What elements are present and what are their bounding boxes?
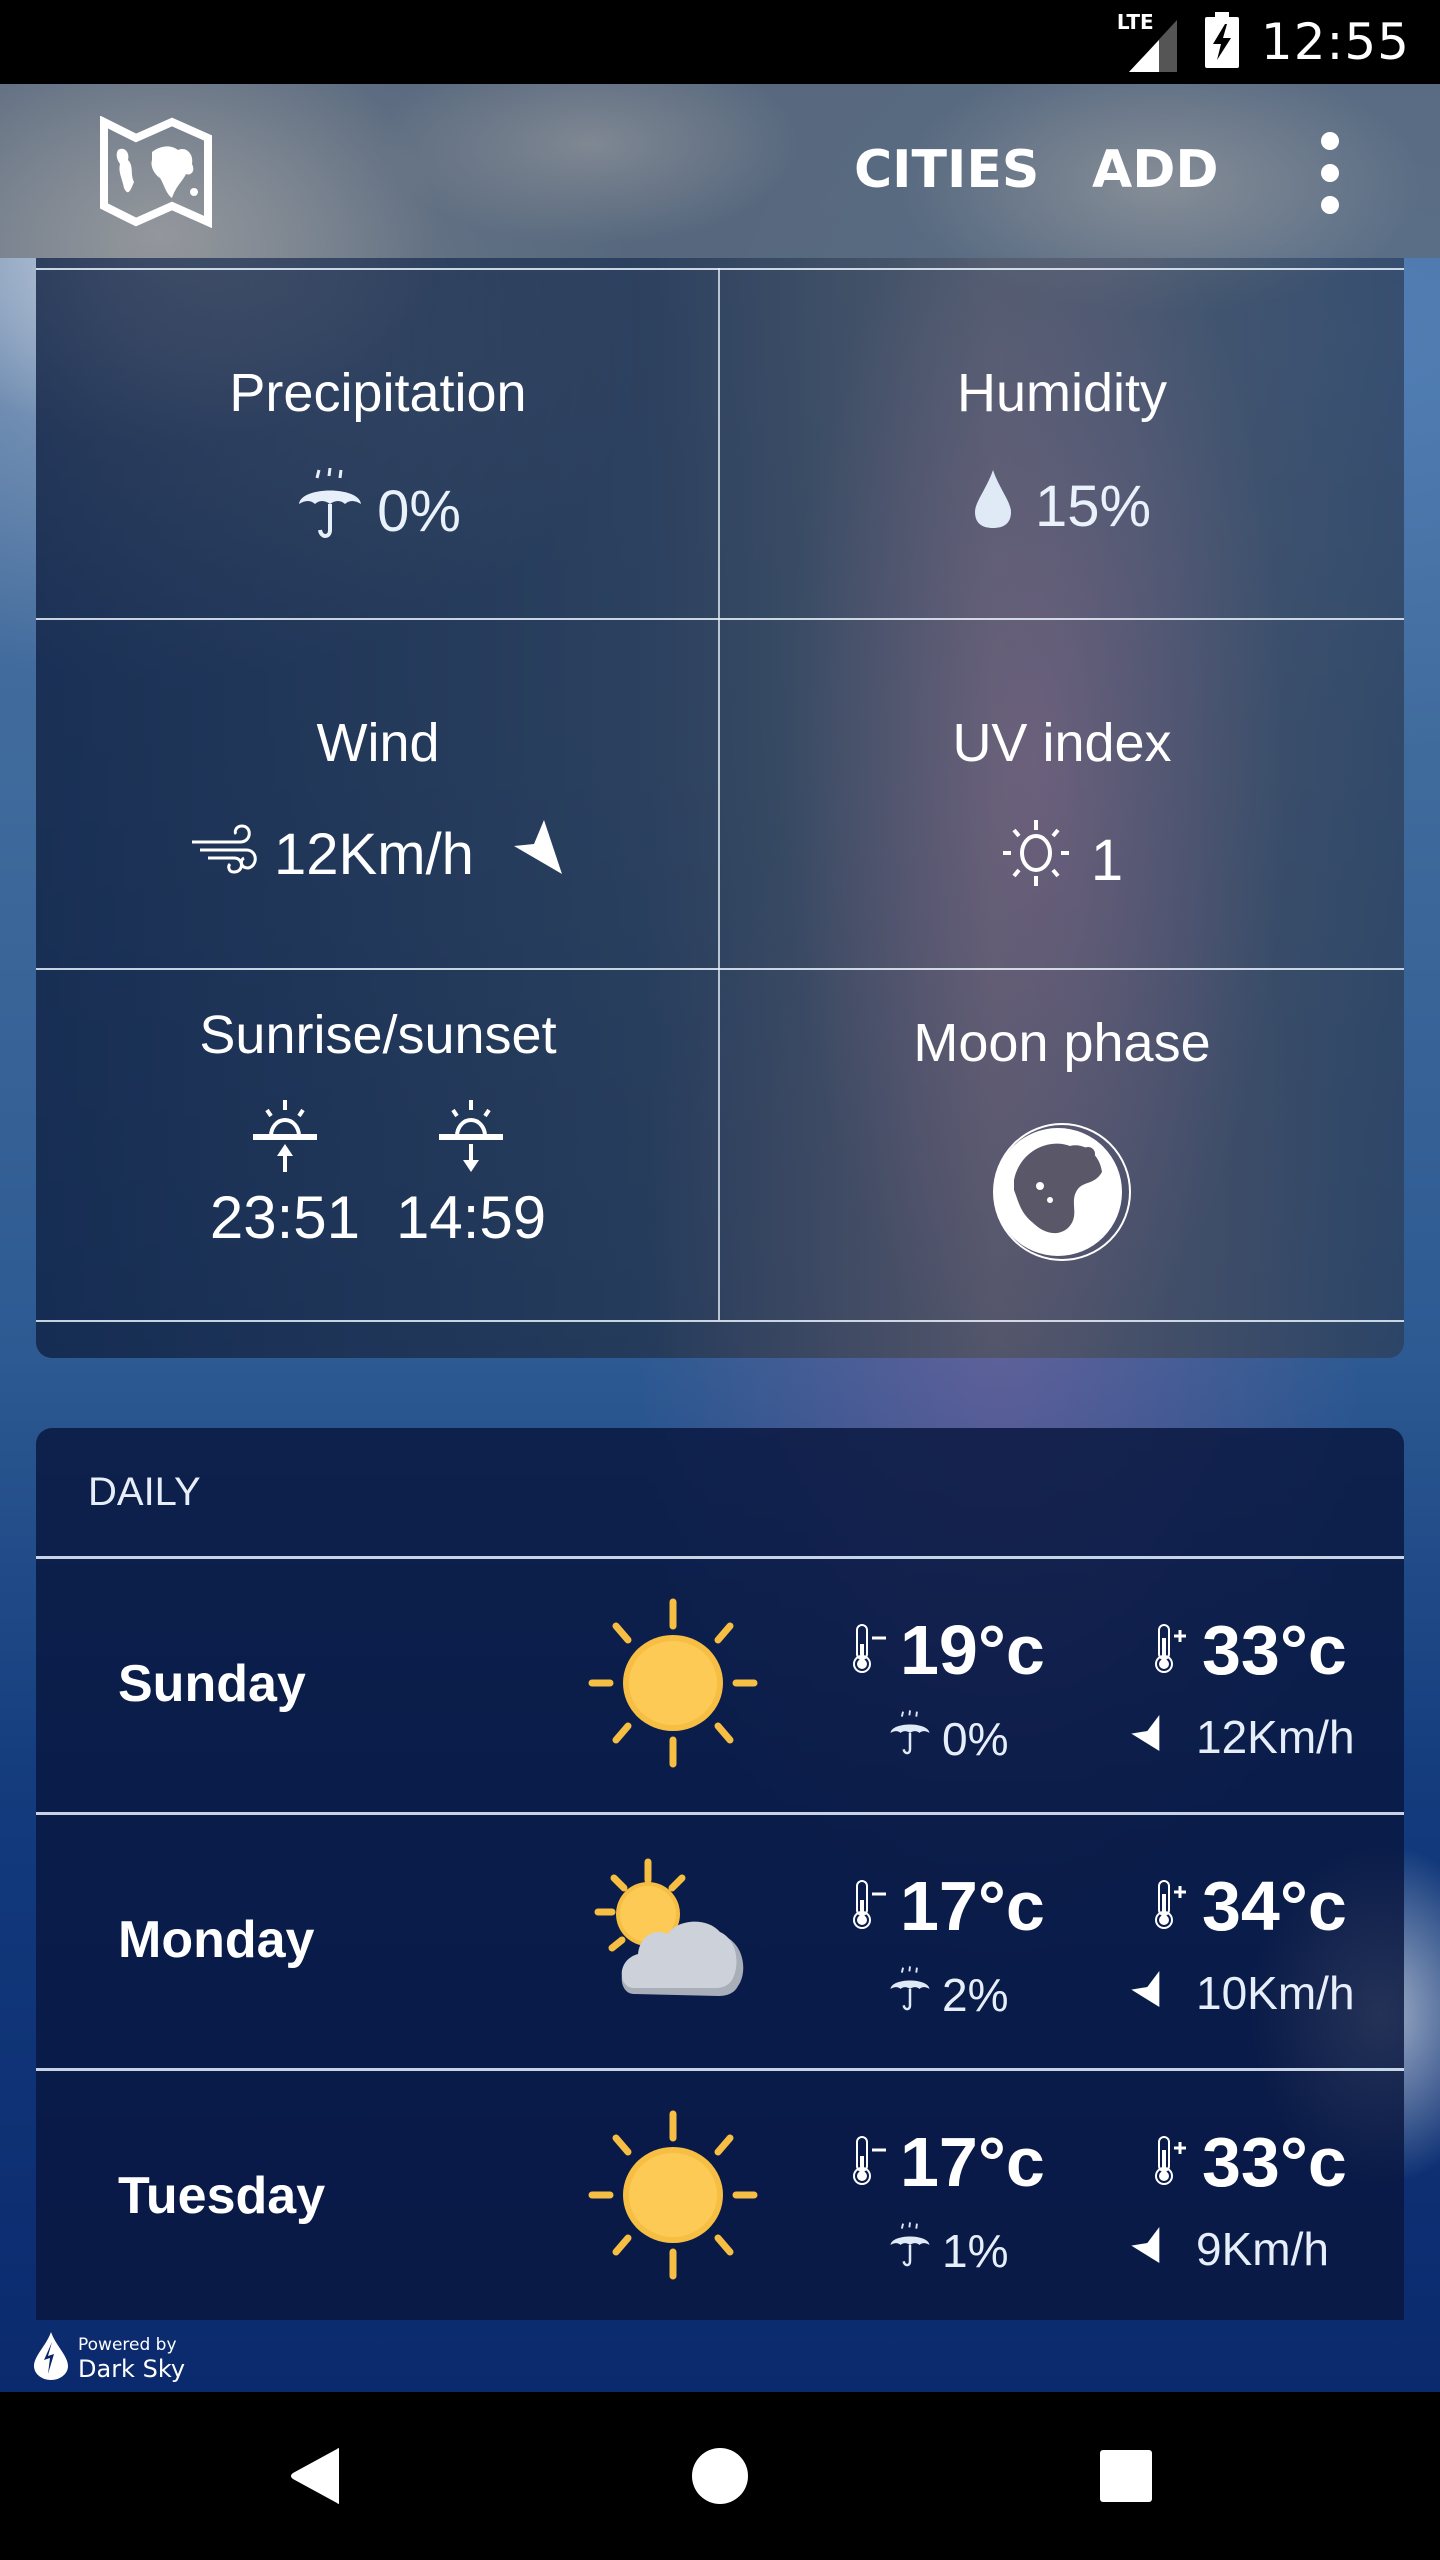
powered-by-dark-sky[interactable]: Powered by Dark Sky	[34, 2332, 185, 2385]
moon-phase-cell: Moon phase	[720, 968, 1404, 1318]
wind-icon	[190, 820, 262, 888]
daily-header: DAILY	[88, 1470, 201, 1514]
recents-square-icon	[1100, 2450, 1152, 2502]
wind-direction-arrow-icon	[1130, 1966, 1166, 2020]
uv-index-cell: UV index 1	[720, 618, 1404, 968]
daily-row-tuesday[interactable]: Tuesday 17°c 33°c 1% 9Km/h	[36, 2070, 1404, 2320]
sunrise-sunset-title: Sunrise/sunset	[199, 1005, 557, 1065]
powered-by-label: Powered by	[78, 2334, 177, 2355]
wind-value: 12Km/h	[274, 821, 474, 887]
sunset-icon	[435, 1100, 507, 1177]
precipitation-title: Precipitation	[229, 363, 527, 423]
max-temp: 33°c	[1154, 2122, 1347, 2202]
thermometer-min-icon	[852, 1880, 892, 1935]
daily-forecast-card: DAILY Sunday 19°c 33°c 0% 12Km/h Monday …	[36, 1428, 1404, 2320]
wind-direction-arrow-icon	[1130, 2222, 1166, 2276]
cities-button[interactable]: CITIES	[854, 140, 1039, 200]
min-temp: 17°c	[852, 2122, 1045, 2202]
umbrella-rain-icon	[888, 2222, 932, 2279]
wind-speed-value: 10Km/h	[1196, 1967, 1355, 2019]
sunny-icon	[588, 1598, 758, 1768]
wind-speed: 9Km/h	[1130, 2222, 1329, 2276]
more-vert-icon[interactable]	[1310, 132, 1350, 214]
thermometer-min-icon	[852, 2136, 892, 2191]
system-navigation-bar	[0, 2392, 1440, 2560]
menu-dot	[1321, 132, 1339, 150]
sunrise-time: 23:51	[209, 1184, 360, 1251]
moon-phase-waning-gibbous-icon	[720, 1120, 1404, 1264]
min-temp-value: 17°c	[900, 1867, 1045, 1945]
home-circle-icon	[692, 2448, 748, 2504]
partly-cloudy-icon	[588, 1854, 758, 2024]
provider-name: Dark Sky	[78, 2354, 186, 2383]
wind-title: Wind	[316, 713, 440, 773]
sunrise-sunset-cell: Sunrise/sunset 23:51 14:59	[36, 968, 720, 1318]
max-temp: 34°c	[1154, 1866, 1347, 1946]
day-name: Monday	[118, 1911, 315, 1969]
min-temp: 17°c	[852, 1866, 1045, 1946]
precip-value: 1%	[942, 2224, 1009, 2277]
humidity-cell: Humidity 15%	[720, 268, 1404, 618]
lte-signal-icon: LTE	[1117, 10, 1183, 72]
precipitation-cell: Precipitation 0%	[36, 268, 720, 618]
umbrella-rain-icon	[888, 1966, 932, 2023]
max-temp: 33°c	[1154, 1610, 1347, 1690]
wind-cell: Wind 12Km/h	[36, 618, 720, 968]
menu-dot	[1321, 164, 1339, 182]
moon-phase-title: Moon phase	[913, 1013, 1211, 1073]
sunrise-icon	[249, 1100, 321, 1177]
day-name: Sunday	[118, 1655, 306, 1713]
max-temp-value: 34°c	[1202, 1867, 1347, 1945]
dark-sky-logo-icon	[34, 2332, 68, 2385]
precip-value: 2%	[942, 1968, 1009, 2021]
thermometer-max-icon	[1154, 1624, 1194, 1679]
humidity-value: 15%	[1034, 473, 1152, 539]
wind-speed-value: 12Km/h	[1196, 1711, 1355, 1763]
thermometer-min-icon	[852, 1624, 892, 1679]
umbrella-rain-icon	[888, 1710, 932, 1767]
precip-chance: 0%	[888, 1710, 1008, 1767]
daily-row-sunday[interactable]: Sunday 19°c 33°c 0% 12Km/h	[36, 1558, 1404, 1814]
day-name: Tuesday	[118, 2167, 326, 2225]
max-temp-value: 33°c	[1202, 2123, 1347, 2201]
uv-index-title: UV index	[952, 713, 1172, 773]
app-bar: CITIES ADD	[0, 84, 1440, 258]
home-button[interactable]	[688, 2444, 752, 2508]
humidity-title: Humidity	[956, 363, 1168, 423]
world-map-icon[interactable]	[100, 115, 212, 229]
back-button[interactable]	[284, 2444, 348, 2508]
wind-direction-arrow-icon	[1130, 1710, 1166, 1764]
min-temp: 19°c	[852, 1610, 1045, 1690]
min-temp-value: 19°c	[900, 1611, 1045, 1689]
menu-dot	[1321, 196, 1339, 214]
wind-speed: 10Km/h	[1130, 1966, 1355, 2020]
wind-speed: 12Km/h	[1130, 1710, 1355, 1764]
current-details-card: Precipitation 0% Humidity 15% Wind 12Km/…	[36, 258, 1404, 1358]
status-bar: LTE 12:55	[0, 0, 1440, 84]
sunset-time: 14:59	[396, 1184, 547, 1251]
recents-button[interactable]	[1094, 2444, 1158, 2508]
umbrella-rain-icon	[295, 467, 365, 554]
sunny-icon	[588, 2110, 758, 2280]
uv-index-value: 1	[1090, 827, 1124, 893]
sun-outline-icon	[1001, 818, 1071, 902]
daily-row-monday[interactable]: Monday 17°c 34°c 2% 10Km/h	[36, 1814, 1404, 2070]
thermometer-max-icon	[1154, 2136, 1194, 2191]
back-triangle-icon	[291, 2448, 339, 2504]
precip-value: 0%	[942, 1712, 1009, 1765]
max-temp-value: 33°c	[1202, 1611, 1347, 1689]
wind-direction-arrow-icon	[512, 818, 566, 890]
divider	[36, 1320, 1404, 1322]
precipitation-value: 0%	[377, 478, 461, 544]
add-city-button[interactable]: ADD	[1092, 140, 1219, 200]
precip-chance: 2%	[888, 1966, 1008, 2023]
water-drop-icon	[973, 468, 1013, 544]
wind-speed-value: 9Km/h	[1196, 2223, 1329, 2275]
precip-chance: 1%	[888, 2222, 1008, 2279]
battery-charging-icon	[1204, 11, 1239, 73]
thermometer-max-icon	[1154, 1880, 1194, 1935]
clock: 12:55	[1260, 13, 1410, 71]
min-temp-value: 17°c	[900, 2123, 1045, 2201]
